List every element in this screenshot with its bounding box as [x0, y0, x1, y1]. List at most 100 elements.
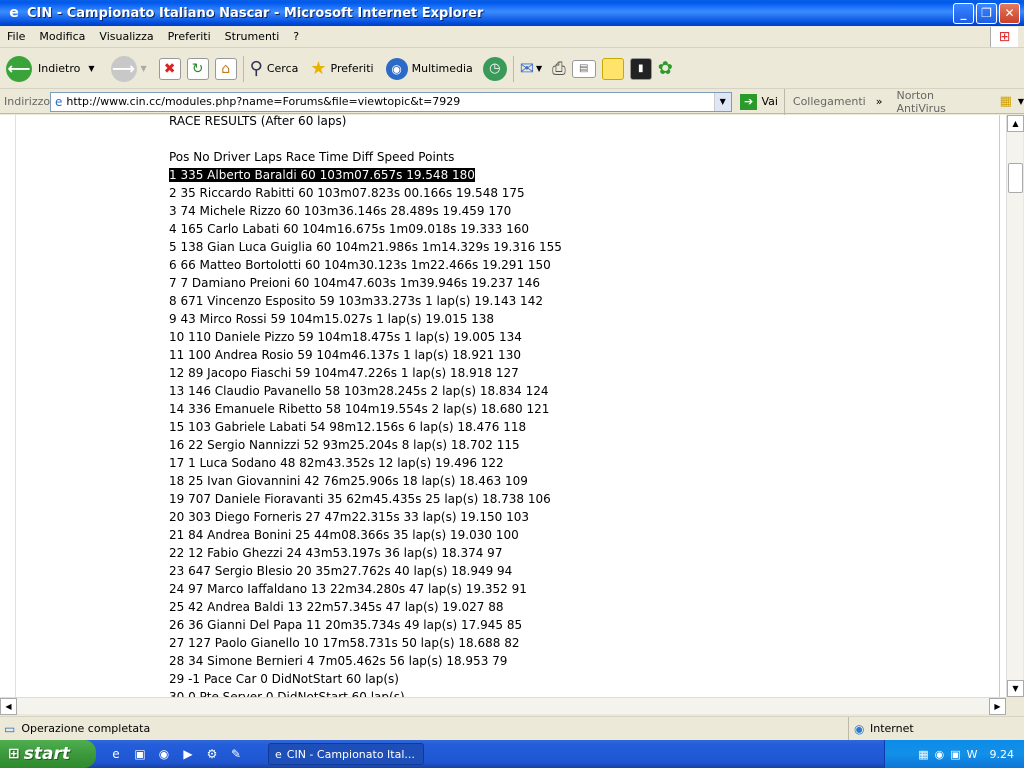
- icq-icon[interactable]: ✿: [658, 58, 673, 79]
- winamp-tray-icon[interactable]: W: [967, 748, 978, 761]
- mail-icon[interactable]: ✉: [520, 59, 534, 79]
- result-row-text: 8 671 Vincenzo Esposito 59 103m33.273s 1…: [169, 294, 543, 308]
- favorites-button[interactable]: ★ Preferiti: [310, 58, 373, 79]
- chevron-right-icon[interactable]: »: [876, 95, 883, 108]
- start-button[interactable]: ⊞ start: [0, 740, 96, 768]
- window-title: CIN - Campionato Italiano Nascar - Micro…: [27, 5, 484, 21]
- search-label: Cerca: [266, 62, 299, 75]
- result-row: 25 42 Andrea Baldi 13 22m57.345s 47 lap(…: [169, 598, 562, 616]
- go-arrow-icon[interactable]: ➔: [739, 93, 758, 110]
- norton-icon[interactable]: ▦: [1000, 94, 1012, 109]
- result-row-text: 29 -1 Pace Car 0 DidNotStart 60 lap(s): [169, 672, 399, 686]
- ie-quicklaunch-icon[interactable]: e: [107, 745, 125, 763]
- result-row-text: 22 12 Fabio Ghezzi 24 43m53.197s 36 lap(…: [169, 546, 503, 560]
- close-button[interactable]: ✕: [999, 2, 1020, 24]
- menu-modifica[interactable]: Modifica: [32, 30, 92, 43]
- result-row: 22 12 Fabio Ghezzi 24 43m53.197s 36 lap(…: [169, 544, 562, 562]
- norton-label[interactable]: Norton AntiVirus: [896, 89, 985, 115]
- restore-button[interactable]: ❐: [976, 2, 997, 24]
- stop-icon[interactable]: ✖: [158, 57, 181, 80]
- menu-preferiti[interactable]: Preferiti: [161, 30, 218, 43]
- menu-help[interactable]: ?: [286, 30, 306, 43]
- address-label: Indirizzo: [4, 95, 51, 108]
- scroll-thumb[interactable]: [1008, 163, 1023, 193]
- scroll-down-icon[interactable]: ▼: [1007, 680, 1024, 697]
- back-dropdown-icon[interactable]: ▼: [88, 64, 94, 73]
- result-row: 17 1 Luca Sodano 48 82m43.352s 12 lap(s)…: [169, 454, 562, 472]
- minimize-button[interactable]: _: [953, 2, 974, 24]
- toolbar: ⟵ Indietro ▼ ⟶ ▼ ✖ ↻ ⌂ ⚲ Cerca ★ Preferi…: [0, 49, 1024, 89]
- result-row-text: 12 89 Jacopo Fiaschi 59 104m47.226s 1 la…: [169, 366, 519, 380]
- notes-icon[interactable]: [601, 57, 624, 80]
- forward-dropdown-icon[interactable]: ▼: [141, 64, 147, 73]
- title-bar[interactable]: e CIN - Campionato Italiano Nascar - Mic…: [0, 0, 1024, 26]
- favorites-label: Preferiti: [330, 62, 374, 75]
- back-button[interactable]: ⟵ Indietro ▼: [6, 55, 95, 82]
- result-row: 23 647 Sergio Blesio 20 35m27.762s 40 la…: [169, 562, 562, 580]
- print-icon[interactable]: ⎙: [552, 59, 566, 79]
- menu-file[interactable]: File: [0, 30, 32, 43]
- antivirus-tray-icon[interactable]: ▣: [950, 748, 960, 761]
- result-row-text: 11 100 Andrea Rosio 59 104m46.137s 1 lap…: [169, 348, 521, 362]
- network-tray-icon[interactable]: ▦: [918, 748, 928, 761]
- address-field[interactable]: e http://www.cin.cc/modules.php?name=For…: [50, 91, 732, 112]
- messenger-icon[interactable]: ▮: [629, 57, 652, 80]
- result-row-text: 21 84 Andrea Bonini 25 44m08.366s 35 lap…: [169, 528, 519, 542]
- back-arrow-icon: ⟵: [6, 55, 32, 82]
- volume-tray-icon[interactable]: ◉: [935, 748, 945, 761]
- status-bar: ▭ Operazione completata ◉ Internet: [0, 716, 1024, 741]
- result-row: 16 22 Sergio Nannizzi 52 93m25.204s 8 la…: [169, 436, 562, 454]
- home-icon[interactable]: ⌂: [214, 57, 237, 80]
- result-row: 3 74 Michele Rizzo 60 103m36.146s 28.489…: [169, 202, 562, 220]
- clock: 9.24: [989, 747, 1015, 761]
- status-page-icon: ▭: [4, 721, 16, 736]
- tool-quicklaunch-icon[interactable]: ✎: [227, 745, 245, 763]
- scroll-up-icon[interactable]: ▲: [1007, 115, 1024, 132]
- page-icon: e: [55, 94, 63, 109]
- result-row-text: 17 1 Luca Sodano 48 82m43.352s 12 lap(s)…: [169, 456, 504, 470]
- history-icon[interactable]: ◷: [482, 56, 507, 81]
- result-row: 2 35 Riccardo Rabitti 60 103m07.823s 00.…: [169, 184, 562, 202]
- address-url[interactable]: http://www.cin.cc/modules.php?name=Forum…: [66, 95, 713, 108]
- player-quicklaunch-icon[interactable]: ▶: [179, 745, 197, 763]
- windows-logo-icon: ⊞: [990, 27, 1018, 47]
- result-row-text: 30 0 Pte Server 0 DidNotStart 60 lap(s): [169, 690, 405, 697]
- menu-visualizza[interactable]: Visualizza: [92, 30, 160, 43]
- scroll-left-icon[interactable]: ◀: [0, 698, 17, 715]
- result-row: 26 36 Gianni Del Papa 11 20m35.734s 49 l…: [169, 616, 562, 634]
- norton-dropdown-icon[interactable]: ▼: [1018, 97, 1024, 106]
- search-button[interactable]: ⚲ Cerca: [250, 58, 299, 79]
- result-row: 19 707 Daniele Fioravanti 35 62m45.435s …: [169, 490, 562, 508]
- forward-button[interactable]: ⟶ ▼: [101, 55, 147, 82]
- edit-icon[interactable]: ▤: [571, 59, 596, 78]
- taskbar-ie-task[interactable]: e CIN - Campionato Ital...: [268, 743, 424, 765]
- search-icon: ⚲: [249, 58, 263, 79]
- result-row-text: 16 22 Sergio Nannizzi 52 93m25.204s 8 la…: [169, 438, 520, 452]
- ie-icon: e: [9, 5, 19, 21]
- mail-dropdown-icon[interactable]: ▼: [536, 64, 542, 73]
- results-heading: RACE RESULTS (After 60 laps): [169, 115, 347, 128]
- media-globe-icon: ◉: [385, 57, 408, 80]
- menu-strumenti[interactable]: Strumenti: [218, 30, 287, 43]
- media-button[interactable]: ◉ Multimedia: [385, 57, 473, 80]
- links-label[interactable]: Collegamenti: [793, 95, 866, 108]
- result-row-text: 25 42 Andrea Baldi 13 22m57.345s 47 lap(…: [169, 600, 504, 614]
- refresh-icon[interactable]: ↻: [186, 57, 209, 80]
- race-results: RACE RESULTS (After 60 laps) Pos No Driv…: [169, 115, 562, 697]
- vertical-scrollbar[interactable]: ▲ ▼: [1006, 115, 1024, 697]
- results-columns: Pos No Driver Laps Race Time Diff Speed …: [169, 150, 455, 164]
- result-row-text: 9 43 Mirco Rossi 59 104m15.027s 1 lap(s)…: [169, 312, 495, 326]
- result-row-text: 20 303 Diego Forneris 27 47m22.315s 33 l…: [169, 510, 530, 524]
- task-ie-icon: e: [275, 747, 282, 761]
- horizontal-scrollbar[interactable]: ◀ ▶: [0, 697, 1006, 715]
- media-quicklaunch-icon[interactable]: ◉: [155, 745, 173, 763]
- address-dropdown-icon[interactable]: ▼: [713, 92, 731, 111]
- result-row-text: 27 127 Paolo Gianello 10 17m58.731s 50 l…: [169, 636, 520, 650]
- app-quicklaunch-icon[interactable]: ⚙: [203, 745, 221, 763]
- desktop-quicklaunch-icon[interactable]: ▣: [131, 745, 149, 763]
- toolbar-separator: [242, 55, 244, 82]
- result-row: 24 97 Marco Iaffaldano 13 22m34.280s 47 …: [169, 580, 562, 598]
- scroll-right-icon[interactable]: ▶: [989, 698, 1006, 715]
- go-button[interactable]: Vai: [761, 95, 777, 108]
- result-row: 5 138 Gian Luca Guiglia 60 104m21.986s 1…: [169, 238, 562, 256]
